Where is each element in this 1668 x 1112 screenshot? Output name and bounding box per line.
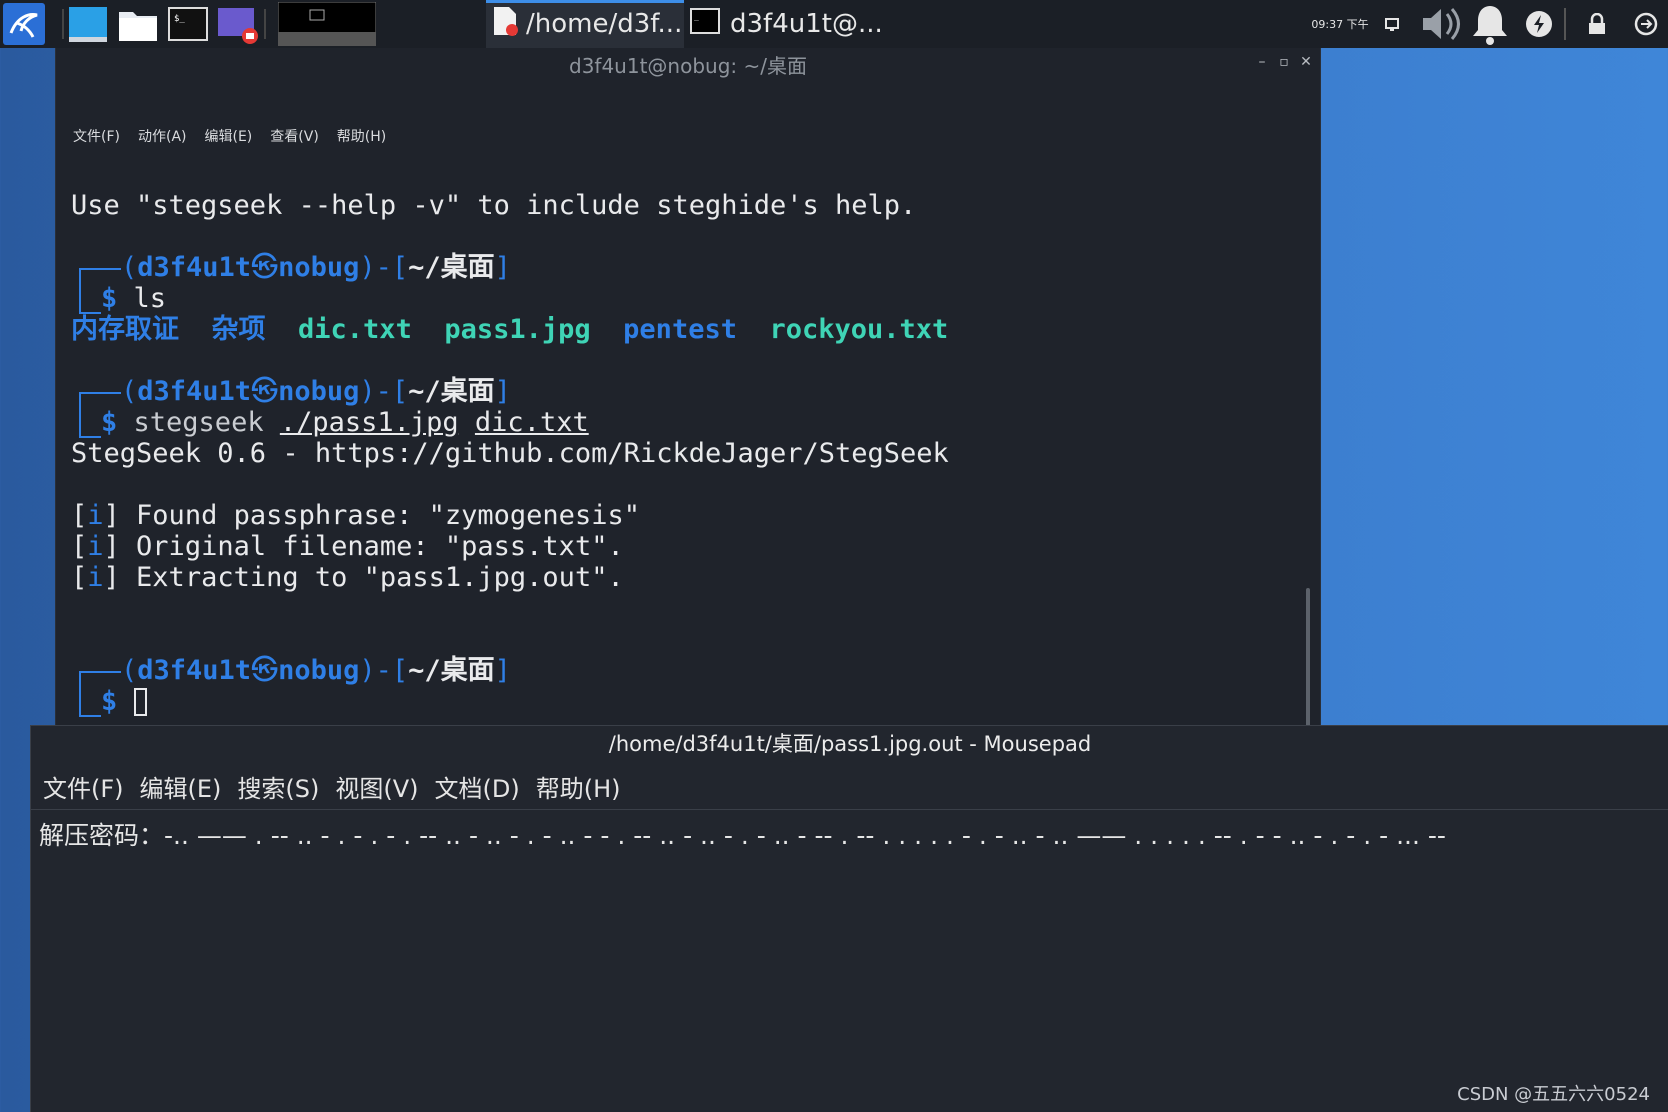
text-cursor: [133, 688, 147, 716]
menu-edit[interactable]: 编辑(E): [140, 769, 222, 804]
ls-output: 内存取证 杂项 dic.txt pass1.jpg pentest rockyo…: [71, 314, 948, 346]
ls-entry-dir: 内存取证: [71, 314, 179, 345]
kali-menu-icon[interactable]: [2, 3, 46, 45]
terminal-icon: _: [690, 7, 720, 41]
text-editor-icon: [492, 6, 518, 43]
info-line: [i] Original filename: "pass.txt".: [71, 531, 624, 562]
prompt-corner-bottom: [79, 681, 101, 717]
volume-icon[interactable]: [1418, 0, 1464, 48]
menu-document[interactable]: 文档(D): [435, 769, 520, 804]
screen-recorder-icon[interactable]: [216, 3, 260, 45]
info-line: [i] Found passphrase: "zymogenesis": [71, 500, 640, 531]
prompt-corner-bottom: [79, 278, 101, 314]
ls-entry-file: rockyou.txt: [769, 314, 949, 345]
display-icon[interactable]: [1380, 0, 1404, 48]
mousepad-window[interactable]: /home/d3f4u1t/桌面/pass1.jpg.out - Mousepa…: [30, 725, 1668, 1112]
terminal-line: Use "stegseek --help -v" to include steg…: [71, 190, 917, 221]
watermark: CSDN @五五六六0524: [1457, 1084, 1650, 1105]
show-desktop-icon[interactable]: [66, 3, 110, 45]
task-label: d3f4u1t@...: [730, 9, 883, 39]
terminal-output[interactable]: Use "stegseek --help -v" to include steg…: [71, 148, 1280, 728]
ls-entry-file: pass1.jpg: [444, 314, 591, 345]
prompt-line: (d3f4u1t㉿nobug)-[~/桌面]: [121, 376, 511, 407]
command-line: $ ls: [101, 283, 167, 314]
task-terminal[interactable]: _ d3f4u1t@...: [688, 0, 888, 48]
terminal-title: d3f4u1t@nobug: ~/桌面: [569, 54, 807, 78]
active-task-indicator: [486, 0, 684, 3]
power-manager-icon[interactable]: [1522, 0, 1556, 48]
info-line: [i] Extracting to "pass1.jpg.out".: [71, 562, 624, 593]
terminal-window[interactable]: d3f4u1t@nobug: ~/桌面 – ▫ ✕ 文件(F) 动作(A) 编辑…: [55, 48, 1321, 728]
task-mousepad[interactable]: /home/d3f...: [486, 0, 684, 48]
minimize-icon[interactable]: –: [1254, 54, 1270, 70]
prompt-line: (d3f4u1t㉿nobug)-[~/桌面]: [121, 655, 511, 686]
mousepad-title: /home/d3f4u1t/桌面/pass1.jpg.out - Mousepa…: [608, 732, 1092, 756]
logout-icon[interactable]: [1628, 0, 1664, 48]
file-manager-icon[interactable]: [116, 3, 160, 45]
terminal-launcher-icon[interactable]: $_: [166, 3, 210, 45]
command-line: $: [101, 686, 147, 718]
menu-search[interactable]: 搜索(S): [237, 769, 319, 804]
panel-separator: [62, 9, 64, 39]
lock-icon[interactable]: [1580, 0, 1614, 48]
close-icon[interactable]: ✕: [1298, 54, 1314, 70]
notification-bell-icon[interactable]: [1468, 0, 1512, 48]
ls-entry-file: dic.txt: [298, 314, 412, 345]
menubar-divider: [31, 809, 1668, 810]
terminal-scrollbar[interactable]: [1306, 588, 1310, 728]
clock[interactable]: 09:37 下午: [1300, 0, 1380, 48]
panel-separator: [264, 9, 266, 39]
ls-entry-dir: 杂项: [211, 314, 266, 345]
panel-separator: [1564, 8, 1566, 40]
command-line: $ stegseek ./pass1.jpg dic.txt: [101, 407, 589, 438]
mousepad-menubar: 文件(F) 编辑(E) 搜索(S) 视图(V) 文档(D) 帮助(H): [43, 764, 621, 808]
svg-text:_: _: [694, 12, 699, 21]
prompt-line: (d3f4u1t㉿nobug)-[~/桌面]: [121, 252, 511, 283]
terminal-line: StegSeek 0.6 - https://github.com/Rickde…: [71, 438, 949, 469]
menu-help[interactable]: 帮助(H): [536, 769, 621, 804]
maximize-icon[interactable]: ▫: [1276, 54, 1292, 70]
workspace-switcher[interactable]: [278, 2, 376, 46]
task-label: /home/d3f...: [526, 9, 683, 39]
prompt-corner-bottom: [79, 402, 101, 438]
top-panel: $_ /home/d3f... _ d3f4u1t@... 09:37 下午: [0, 0, 1668, 48]
editor-text-area[interactable]: 解压密码：-.. —— . -- .. - . - . - . -- .. - …: [39, 818, 1664, 854]
menu-view[interactable]: 视图(V): [335, 769, 418, 804]
kali-at-icon: ㉿: [251, 252, 279, 283]
svg-text:$_: $_: [174, 14, 185, 24]
menu-file[interactable]: 文件(F): [43, 769, 124, 804]
ls-entry-dir: pentest: [623, 314, 737, 345]
